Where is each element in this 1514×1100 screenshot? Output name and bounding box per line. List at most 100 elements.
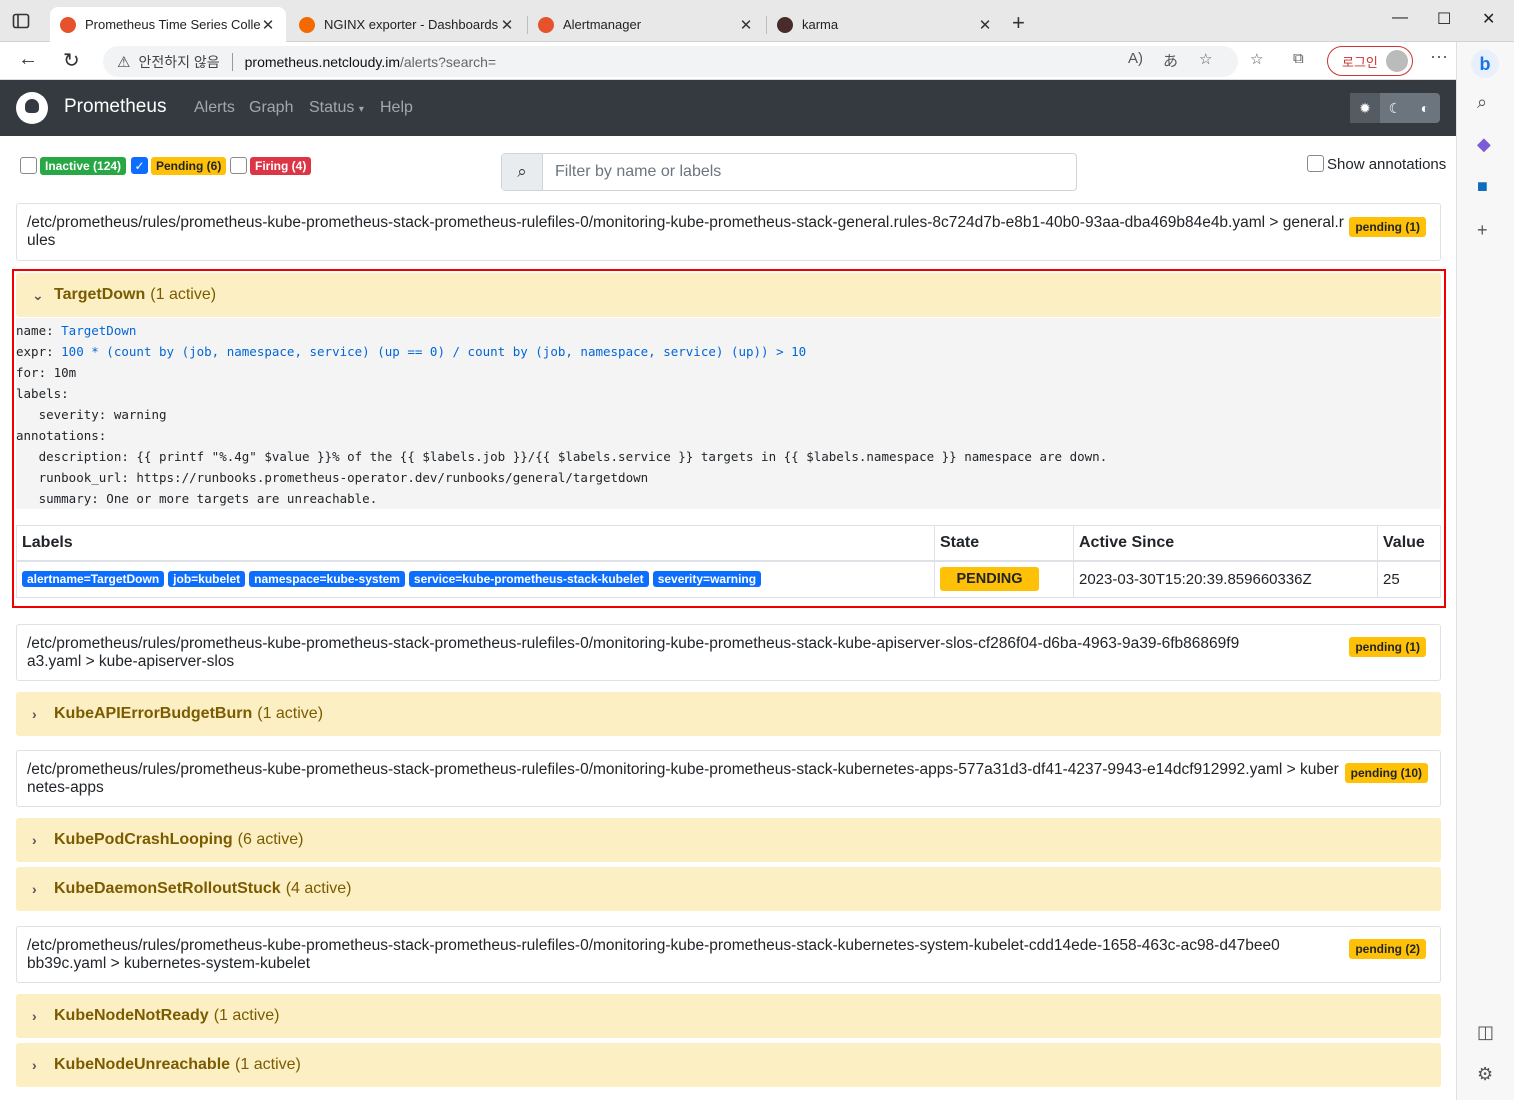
close-tab-icon[interactable]: ✕	[977, 16, 993, 34]
light-theme-icon[interactable]: ✹	[1350, 93, 1380, 123]
bing-icon[interactable]: b	[1471, 50, 1499, 78]
firing-checkbox[interactable]	[230, 157, 247, 174]
column-header: Value	[1377, 525, 1441, 562]
rule-annotations-line: annotations:	[16, 428, 107, 443]
close-tab-icon[interactable]: ✕	[499, 16, 515, 34]
nav-alerts[interactable]: Alerts	[194, 99, 235, 117]
rule-labels-line: labels:	[16, 386, 69, 401]
search-icon: ⌕	[502, 154, 543, 190]
settings-gear-icon[interactable]: ⚙	[1477, 1064, 1493, 1085]
group-pending-badge: pending (2)	[1349, 939, 1426, 959]
firing-badge: Firing (4)	[250, 157, 312, 175]
label-badge: namespace=kube-system	[249, 571, 405, 588]
url-path: /alerts?search=	[400, 53, 497, 70]
rule-targetdown[interactable]: ⌄ TargetDown (1 active)	[16, 273, 1441, 317]
rule-group-header: /etc/prometheus/rules/prometheus-kube-pr…	[16, 203, 1441, 261]
inactive-checkbox[interactable]	[20, 157, 37, 174]
theme-toggle-group: ✹ ☾ ◐	[1350, 93, 1440, 123]
add-favorite-icon[interactable]: ☆	[1199, 50, 1212, 68]
tab-alertmanager[interactable]: Alertmanager ✕	[528, 7, 764, 42]
table-row: alertname=TargetDown job=kubelet namespace…	[16, 560, 1441, 598]
rule-name: KubeNodeUnreachable	[54, 1056, 231, 1073]
filter-input[interactable]	[543, 154, 1076, 190]
minimize-icon[interactable]: —	[1392, 9, 1408, 27]
show-annotations-checkbox[interactable]	[1307, 155, 1324, 172]
rule-expr-link[interactable]: 100 * (count by (job, namespace, service…	[61, 344, 806, 359]
rule-group-header: /etc/prometheus/rules/prometheus-kube-pr…	[16, 750, 1441, 807]
shopping-icon[interactable]: ◆	[1477, 134, 1491, 155]
more-options-icon[interactable]: ···	[1430, 46, 1448, 67]
nav-help[interactable]: Help	[380, 99, 413, 117]
url-host: prometheus.netcloudy.im	[244, 53, 400, 70]
prometheus-logo-icon[interactable]	[16, 92, 48, 124]
close-tab-icon[interactable]: ✕	[260, 16, 276, 34]
close-tab-icon[interactable]: ✕	[738, 16, 754, 34]
rule-name-line: name: TargetDown	[16, 320, 1441, 341]
outlook-icon[interactable]: ■	[1477, 176, 1488, 197]
tab-nginx-dashboard[interactable]: NGINX exporter - Dashboards - G ✕	[289, 7, 525, 42]
read-aloud-icon[interactable]: A)	[1128, 50, 1143, 67]
rule-group-header: /etc/prometheus/rules/prometheus-kube-pr…	[16, 624, 1441, 681]
security-label[interactable]: 안전하지 않음	[138, 52, 219, 72]
favorites-icon[interactable]: ☆	[1250, 50, 1263, 68]
rule-active-count: (6 active)	[237, 831, 304, 848]
state-cell: PENDING	[934, 560, 1074, 598]
tab-title: Alertmanager	[563, 17, 642, 32]
rule-key: name:	[16, 323, 62, 338]
alert-instances-table: Labels State Active Since Value alertnam…	[16, 525, 1441, 598]
group-pending-badge: pending (10)	[1344, 763, 1428, 783]
url-field[interactable]: ⚠ 안전하지 않음 prometheus.netcloudy.im /alert…	[103, 46, 1238, 77]
browser-theme-icon[interactable]: ◐	[1410, 93, 1440, 123]
collections-icon[interactable]: ⧉	[1293, 50, 1304, 67]
dark-theme-icon[interactable]: ☾	[1380, 93, 1410, 123]
label-badge: job=kubelet	[168, 571, 246, 588]
rule-name: KubePodCrashLooping	[54, 831, 233, 848]
tab-karma[interactable]: karma ✕	[767, 7, 1003, 42]
search-icon[interactable]: ⌕	[1477, 92, 1487, 113]
tab-actions-icon[interactable]	[12, 12, 30, 30]
nav-status[interactable]: Status ▾	[309, 99, 364, 117]
labels-cell: alertname=TargetDown job=kubelet namespace…	[16, 560, 935, 598]
rule-name: KubeNodeNotReady	[54, 1007, 209, 1024]
rule-group-path: /etc/prometheus/rules/prometheus-kube-pr…	[27, 937, 1280, 972]
active-since-cell: 2023-03-30T15:20:39.859660336Z	[1073, 560, 1378, 598]
value-cell: 25	[1377, 560, 1441, 598]
brand-title[interactable]: Prometheus	[64, 96, 166, 118]
browser-tabstrip: Prometheus Time Series Collectio ✕ NGINX…	[0, 0, 1514, 42]
close-window-icon[interactable]: ✕	[1482, 9, 1495, 29]
rule-group-header: /etc/prometheus/rules/prometheus-kube-pr…	[16, 926, 1441, 983]
chevron-down-icon: ⌄	[32, 286, 44, 303]
inactive-badge: Inactive (124)	[40, 157, 127, 175]
rule-kubedaemonsetrolloutstuck[interactable]: › KubeDaemonSetRolloutStuck (4 active)	[16, 867, 1441, 911]
add-sidebar-app-icon[interactable]: +	[1477, 220, 1488, 241]
nav-status-label: Status	[309, 99, 355, 116]
nav-graph[interactable]: Graph	[249, 99, 293, 117]
back-arrow-icon[interactable]: ←	[18, 48, 38, 71]
rule-active-count: (4 active)	[285, 880, 352, 897]
tab-prometheus[interactable]: Prometheus Time Series Collectio ✕	[50, 7, 286, 42]
sidebar-panel-icon[interactable]: ◫	[1477, 1022, 1494, 1043]
show-annotations-label[interactable]: Show annotations	[1327, 156, 1446, 173]
rule-kubenodenotready[interactable]: › KubeNodeNotReady (1 active)	[16, 994, 1441, 1038]
state-badge: PENDING	[940, 567, 1039, 592]
rule-for-line: for: 10m	[16, 365, 77, 380]
rule-kubeapierrorbudgetburn[interactable]: › KubeAPIErrorBudgetBurn (1 active)	[16, 692, 1441, 736]
new-tab-icon[interactable]: +	[1012, 10, 1025, 36]
login-button[interactable]: 로그인	[1327, 46, 1413, 76]
pending-checkbox[interactable]: ✓	[131, 157, 148, 174]
warning-icon: ⚠	[117, 53, 131, 71]
url-divider	[231, 52, 233, 71]
alertmanager-favicon-icon	[538, 16, 554, 33]
rule-active-count: (1 active)	[257, 705, 324, 722]
grafana-favicon-icon	[299, 16, 315, 33]
rule-name-link[interactable]: TargetDown	[61, 323, 136, 338]
refresh-icon[interactable]: ↻	[63, 48, 80, 73]
prometheus-navbar: Prometheus Alerts Graph Status ▾ Help ✹ …	[0, 80, 1456, 136]
rule-name: KubeAPIErrorBudgetBurn	[54, 705, 253, 722]
rule-kubepodcrashlooping[interactable]: › KubePodCrashLooping (6 active)	[16, 818, 1441, 862]
maximize-icon[interactable]: ☐	[1437, 9, 1451, 29]
caret-down-icon: ▾	[358, 104, 364, 115]
translate-icon[interactable]: あ	[1163, 50, 1178, 71]
column-header: Labels	[16, 525, 935, 562]
rule-kubenodeunreachable[interactable]: › KubeNodeUnreachable (1 active)	[16, 1043, 1441, 1087]
